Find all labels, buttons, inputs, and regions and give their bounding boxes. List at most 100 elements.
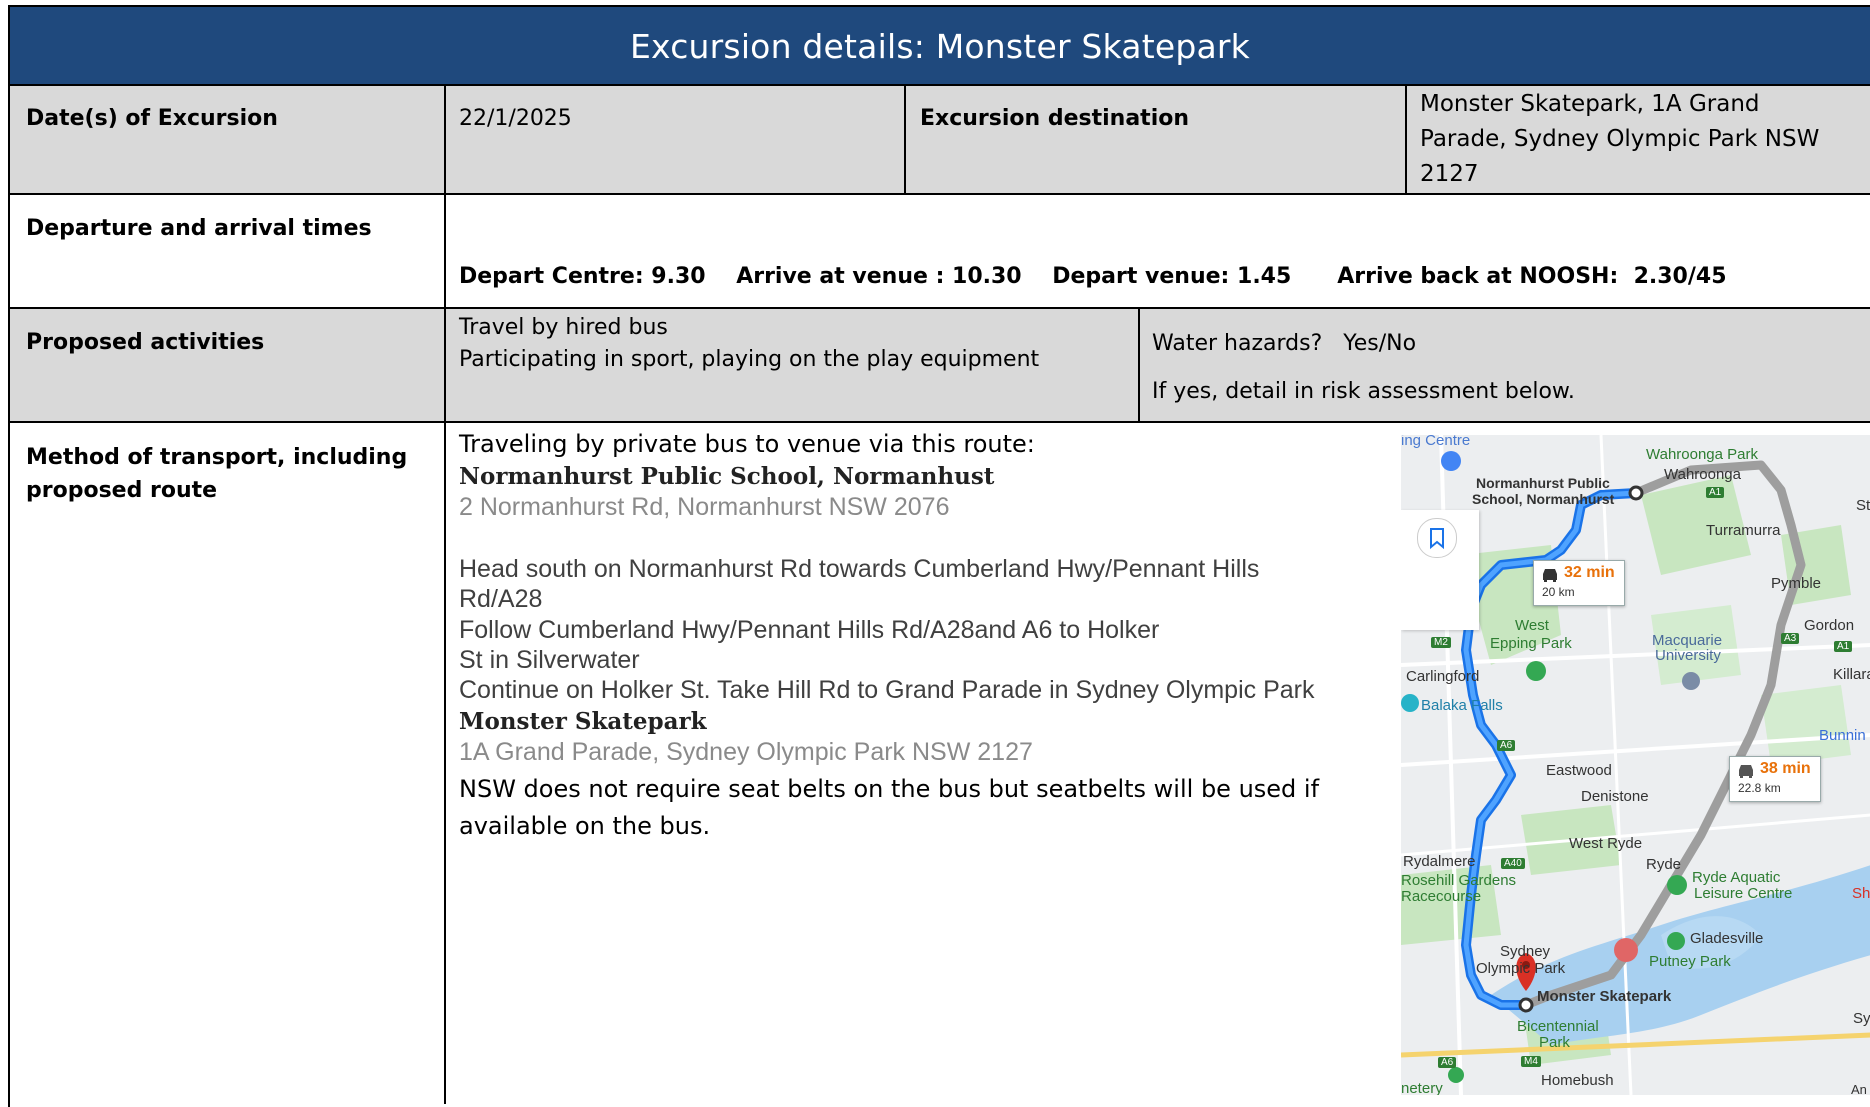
cemetery-poi — [1448, 1067, 1464, 1083]
road-shield: A1 — [1706, 487, 1725, 498]
car-icon — [1543, 569, 1557, 582]
map-label: West — [1515, 617, 1549, 634]
road-shield: A3 — [1781, 633, 1800, 644]
map-label: Leisure Centre — [1694, 885, 1793, 902]
divider — [10, 307, 1870, 309]
step-1-line2: Rd/A28 — [459, 585, 543, 613]
road-shield: A6 — [1497, 740, 1516, 751]
step-1-line1: Head south on Normanhurst Rd towards Cum… — [459, 555, 1260, 583]
map-label: Gladesville — [1690, 930, 1764, 947]
times-value: Depart Centre: 9.30 Arrive at venue : 10… — [459, 264, 1727, 289]
step-3: Continue on Holker St. Take Hill Rd to G… — [459, 676, 1315, 704]
destination-address: 1A Grand Parade, Sydney Olympic Park NSW… — [459, 738, 1033, 766]
destination-label: Excursion destination — [920, 106, 1190, 131]
map-label: Epping Park — [1490, 635, 1572, 652]
map-label: West Ryde — [1569, 835, 1643, 852]
save-button[interactable] — [1417, 518, 1457, 558]
map-label: Park — [1539, 1034, 1570, 1051]
map-label: Sho — [1852, 885, 1870, 902]
route-time-box-alt[interactable]: 38 min 22.8 km — [1729, 756, 1821, 802]
map-label: Killara — [1833, 666, 1870, 683]
map-label: School, Normanhurst — [1472, 491, 1615, 507]
map-label: Racecourse — [1401, 888, 1482, 905]
step-2-line1: Follow Cumberland Hwy/Pennant Hills Rd/A… — [459, 616, 1160, 644]
route-time-box-main[interactable]: 32 min 20 km — [1533, 560, 1625, 606]
date-value: 22/1/2025 — [459, 106, 572, 131]
transport-label-line2: proposed route — [26, 478, 218, 503]
divider — [10, 84, 1870, 86]
map-side-panel — [1401, 510, 1479, 630]
route-intro: Traveling by private bus to venue via th… — [459, 430, 1035, 458]
map-label: Ryde — [1646, 856, 1682, 873]
park-poi — [1526, 661, 1546, 681]
map-label-destination: Monster Skatepark — [1537, 988, 1672, 1005]
map-label: Rydalmere — [1403, 853, 1476, 870]
map-label: Wahroonga — [1664, 466, 1741, 483]
origin-address: 2 Normanhurst Rd, Normanhurst NSW 2076 — [459, 493, 950, 521]
map-label: University — [1655, 647, 1721, 664]
road-shield: M4 — [1521, 1056, 1541, 1067]
map-label: Normanhurst Public — [1476, 475, 1610, 491]
route-time: 38 min — [1760, 760, 1811, 777]
map-label: Balaka Falls — [1421, 697, 1503, 714]
hospital-marker — [1614, 938, 1638, 962]
road-shield: A40 — [1501, 858, 1525, 869]
divider — [904, 84, 906, 194]
divider — [1405, 84, 1407, 194]
map-label: Denistone — [1581, 788, 1649, 805]
destination-dot — [1518, 997, 1534, 1013]
map-label: Bicentennial — [1517, 1018, 1599, 1035]
map-label: Pymble — [1771, 575, 1822, 592]
activity-2: Participating in sport, playing on the p… — [459, 347, 1040, 372]
park-area — [1761, 685, 1851, 765]
falls-poi — [1401, 694, 1419, 712]
university-poi — [1682, 672, 1700, 690]
divider — [1138, 307, 1140, 422]
route-distance: 22.8 km — [1738, 781, 1781, 795]
transport-label-line1: Method of transport, including — [26, 445, 408, 470]
map-label: Sy — [1853, 1010, 1870, 1027]
road — [1401, 1032, 1870, 1058]
road-shield: A1 — [1834, 641, 1853, 652]
map-label: Bunnin — [1819, 727, 1866, 744]
map-label: Ryde Aquatic — [1692, 869, 1781, 886]
activities-label: Proposed activities — [26, 330, 265, 355]
step-2-line2: St in Silverwater — [459, 646, 640, 674]
activity-1: Travel by hired bus — [459, 315, 668, 340]
water-hazards: Water hazards? Yes/No — [1152, 331, 1417, 356]
map-label: Homebush — [1541, 1072, 1614, 1089]
destination-name: Monster Skatepark — [459, 708, 707, 735]
aquatic-poi — [1667, 875, 1687, 895]
map-label: Eastwood — [1546, 762, 1612, 779]
water-hazards-note: If yes, detail in risk assessment below. — [1152, 379, 1575, 404]
origin-marker — [1628, 485, 1644, 501]
map-label: An — [1851, 1082, 1867, 1095]
bookmark-icon — [1430, 528, 1444, 550]
destination-value-line3: 2127 — [1420, 161, 1479, 187]
route-map[interactable]: ing Centre Wahroonga Park Wahroonga Norm… — [1401, 435, 1870, 1095]
road-shield: A6 — [1438, 1057, 1457, 1068]
destination-value-line1: Monster Skatepark, 1A Grand — [1420, 91, 1760, 117]
map-label: St — [1856, 497, 1870, 514]
map-label: Wahroonga Park — [1646, 446, 1759, 463]
divider — [10, 421, 1870, 423]
route-time: 32 min — [1564, 564, 1615, 581]
map-label: Rosehill Gardens — [1401, 872, 1517, 889]
road-shield: M2 — [1431, 637, 1451, 648]
map-label: Carlingford — [1406, 668, 1480, 685]
date-label: Date(s) of Excursion — [26, 106, 278, 131]
times-label: Departure and arrival times — [26, 216, 372, 241]
origin-name: Normanhurst Public School, Normanhust — [459, 463, 995, 490]
map-label: Turramurra — [1706, 522, 1781, 539]
car-icon — [1739, 765, 1753, 778]
map-label: Gordon — [1804, 617, 1855, 634]
destination-value-line2: Parade, Sydney Olympic Park NSW — [1420, 126, 1820, 152]
map-label: Olympic Park — [1476, 960, 1566, 977]
park-poi — [1667, 932, 1685, 950]
map-label: ing Centre — [1401, 435, 1471, 449]
map-label: Sydney — [1500, 943, 1551, 960]
seatbelt-note-line1: NSW does not require seat belts on the b… — [459, 775, 1320, 803]
divider — [444, 84, 446, 1104]
divider — [10, 193, 1870, 195]
map-label: Putney Park — [1649, 953, 1731, 970]
